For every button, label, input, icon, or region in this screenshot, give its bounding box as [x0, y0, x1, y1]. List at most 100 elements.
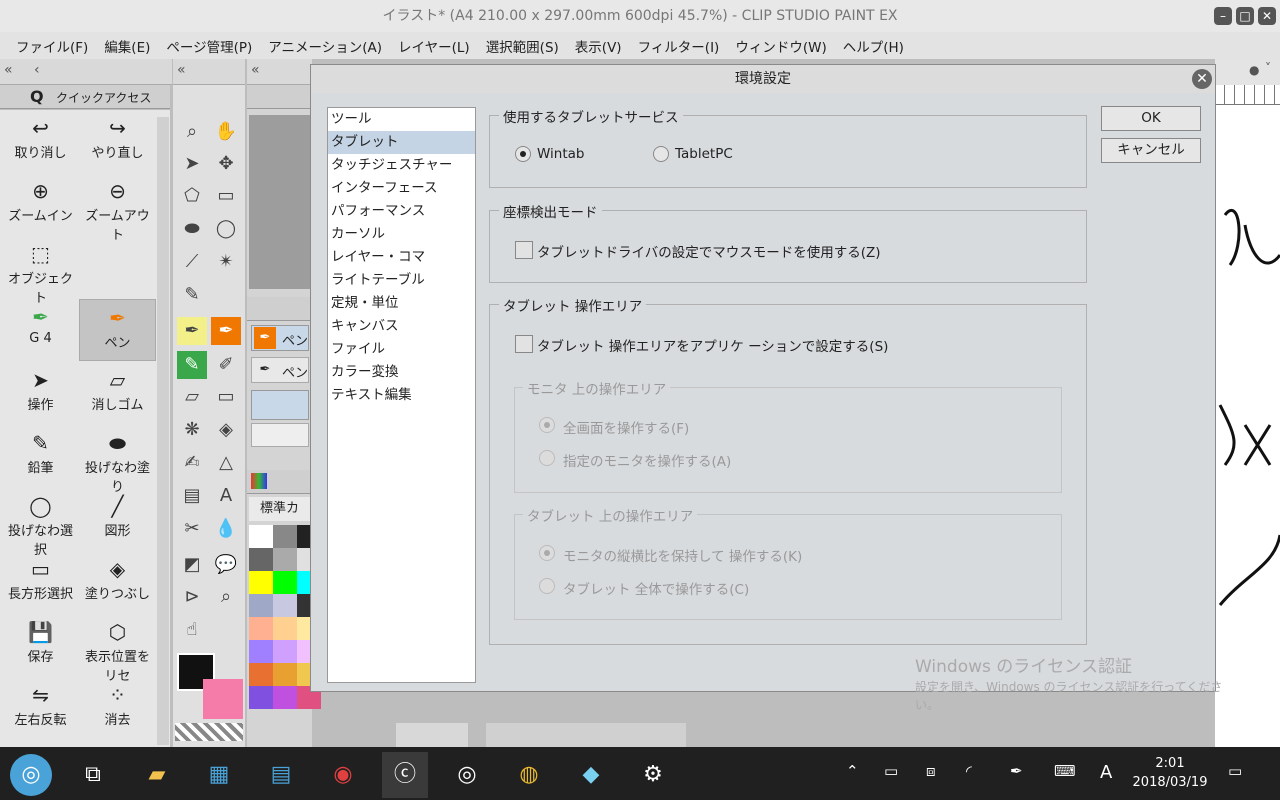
full-screen-radio[interactable] — [539, 417, 555, 433]
battery-icon[interactable]: ▭ — [884, 762, 898, 780]
pencil-tool-icon[interactable]: ✎ — [177, 351, 207, 379]
tab-close-icon[interactable]: ● — [1249, 63, 1259, 77]
fill-lasso-icon[interactable]: ⬬ — [177, 215, 207, 243]
category-item[interactable]: テキスト編集 — [328, 384, 475, 407]
blend-tool-icon[interactable]: ❋ — [177, 416, 207, 444]
ime-indicator[interactable]: A — [1100, 762, 1112, 783]
menu-help[interactable]: ヘルプ(H) — [835, 36, 912, 56]
category-item[interactable]: ツール — [328, 108, 475, 131]
category-item[interactable]: ファイル — [328, 338, 475, 361]
category-item[interactable]: インターフェース — [328, 177, 475, 200]
color-swatch[interactable] — [273, 594, 297, 617]
menu-selection[interactable]: 選択範囲(S) — [478, 36, 567, 56]
category-item[interactable]: ライトテーブル — [328, 269, 475, 292]
color-swatch[interactable] — [273, 663, 297, 686]
subtool-pen-item[interactable]: ✒ ペン — [251, 325, 309, 351]
text-tool-icon[interactable]: A — [211, 482, 241, 510]
color-swatch[interactable] — [273, 525, 297, 548]
clock[interactable]: 2:01 2018/03/19 — [1130, 754, 1210, 792]
store-icon[interactable]: ▦ — [196, 752, 242, 798]
keyboard-icon[interactable]: ⌨ — [1054, 762, 1076, 780]
balloon-icon[interactable]: ✂ — [177, 515, 207, 543]
chevron-down-icon[interactable]: ˅ — [1265, 61, 1271, 75]
drops-icon[interactable]: 💧 — [211, 515, 241, 543]
menu-edit[interactable]: 編集(E) — [96, 36, 158, 56]
chrome-icon[interactable]: ◍ — [506, 752, 552, 798]
lasso-icon[interactable]: ◯ — [211, 215, 241, 243]
quick-item-save[interactable]: 💾 保存 — [2, 614, 79, 676]
news-icon[interactable]: ▤ — [258, 752, 304, 798]
color-swatch[interactable] — [249, 525, 273, 548]
collapse-icon[interactable]: « — [4, 62, 13, 78]
specified-monitor-radio[interactable] — [539, 450, 555, 466]
color-swatch[interactable] — [273, 571, 297, 594]
magnifier-icon[interactable]: ⌕ — [211, 583, 241, 611]
ruler-icon[interactable]: △ — [211, 449, 241, 477]
move-layer-icon[interactable]: ✥ — [211, 150, 241, 178]
wintab-radio[interactable] — [515, 146, 531, 162]
eraser-tool-icon[interactable]: ▱ — [177, 383, 207, 411]
brush-tool-icon[interactable]: ✐ — [211, 351, 241, 379]
menu-file[interactable]: ファイル(F) — [8, 36, 96, 56]
category-item[interactable]: パフォーマンス — [328, 200, 475, 223]
color-swatch[interactable] — [273, 640, 297, 663]
line-tool-icon[interactable]: ⊳ — [177, 583, 207, 611]
brush-size-tab[interactable] — [247, 297, 312, 321]
quick-item-lasso-select[interactable]: ◯ 投げなわ選択 — [2, 488, 79, 558]
color-swatch[interactable] — [249, 617, 273, 640]
fill-tool-icon[interactable]: ◈ — [211, 416, 241, 444]
hand-tool-icon[interactable]: ✋ — [211, 118, 241, 146]
category-item[interactable]: キャンバス — [328, 315, 475, 338]
color-set-tab[interactable] — [247, 470, 312, 494]
start-icon[interactable]: ◎ — [10, 754, 52, 796]
wifi-icon[interactable]: ◜ — [966, 762, 972, 780]
file-explorer-icon[interactable]: ▰ — [134, 752, 180, 798]
quick-item-eraser[interactable]: ▱ 消しゴム — [79, 362, 156, 424]
category-item[interactable]: タブレット — [328, 131, 475, 154]
notification-icon[interactable]: ▭ — [1228, 762, 1242, 780]
category-item[interactable]: カーソル — [328, 223, 475, 246]
zoom-tool-icon[interactable]: ⌕ — [177, 118, 207, 146]
quick-item-flip[interactable]: ⇋ 左右反転 — [2, 677, 79, 739]
brush-stroke-preview[interactable] — [251, 390, 309, 420]
lasso-tool-icon[interactable]: ⬠ — [177, 182, 207, 210]
color-swatch[interactable] — [249, 594, 273, 617]
quick-item-object[interactable]: ⬚ オブジェクト — [2, 236, 79, 306]
color-swatch[interactable] — [249, 548, 273, 571]
quick-item-lasso-fill[interactable]: ⬬ 投げなわ塗り — [79, 425, 156, 495]
menu-view[interactable]: 表示(V) — [567, 36, 630, 56]
color-swatch[interactable] — [249, 640, 273, 663]
whole-tablet-radio[interactable] — [539, 578, 555, 594]
quick-item-undo[interactable]: ↩ 取り消し — [2, 110, 79, 172]
pen-active-icon[interactable]: ✒ — [211, 317, 241, 345]
minimize-icon[interactable]: – — [1214, 7, 1232, 25]
app-area-checkbox[interactable] — [515, 335, 533, 353]
keep-ratio-radio[interactable] — [539, 545, 555, 561]
photoscape-icon[interactable]: ◉ — [320, 752, 366, 798]
transparent-color-swatch[interactable] — [175, 723, 243, 741]
subtool-pen2-item[interactable]: ✒ ペン — [251, 357, 309, 383]
quick-item-reset-view[interactable]: ⬡ 表示位置をリセ — [79, 614, 156, 684]
color-swatch[interactable] — [273, 548, 297, 571]
quick-item-clear[interactable]: ⁘ 消去 — [79, 677, 156, 739]
quick-item-redo[interactable]: ↪ やり直し — [79, 110, 156, 172]
mouse-mode-checkbox[interactable] — [515, 241, 533, 259]
quick-item-g-pen[interactable]: ✒ G 4 — [2, 299, 79, 361]
frame-icon[interactable]: ▤ — [177, 482, 207, 510]
quick-item-pen[interactable]: ✒ ペン — [79, 299, 156, 361]
color-swatch[interactable] — [249, 571, 273, 594]
canvas[interactable] — [1215, 105, 1280, 747]
menu-layer[interactable]: レイヤー(L) — [390, 36, 478, 56]
hand-icon[interactable]: ☝ — [177, 616, 207, 644]
close-icon[interactable]: ✕ — [1192, 69, 1212, 89]
task-view-icon[interactable]: ⧉ — [70, 752, 116, 798]
quick-access-scrollbar[interactable] — [157, 117, 169, 745]
subtool-tab[interactable] — [247, 85, 312, 109]
brush-stroke-preview-2[interactable] — [251, 423, 309, 447]
clip-studio-icon[interactable]: ◎ — [444, 752, 490, 798]
quick-item-zoom-out[interactable]: ⊖ ズームアウト — [79, 173, 156, 243]
gradient-icon[interactable]: ◩ — [177, 551, 207, 579]
ok-button[interactable]: OK — [1101, 106, 1201, 131]
menu-animation[interactable]: アニメーション(A) — [260, 36, 390, 56]
color-swatch[interactable] — [273, 617, 297, 640]
